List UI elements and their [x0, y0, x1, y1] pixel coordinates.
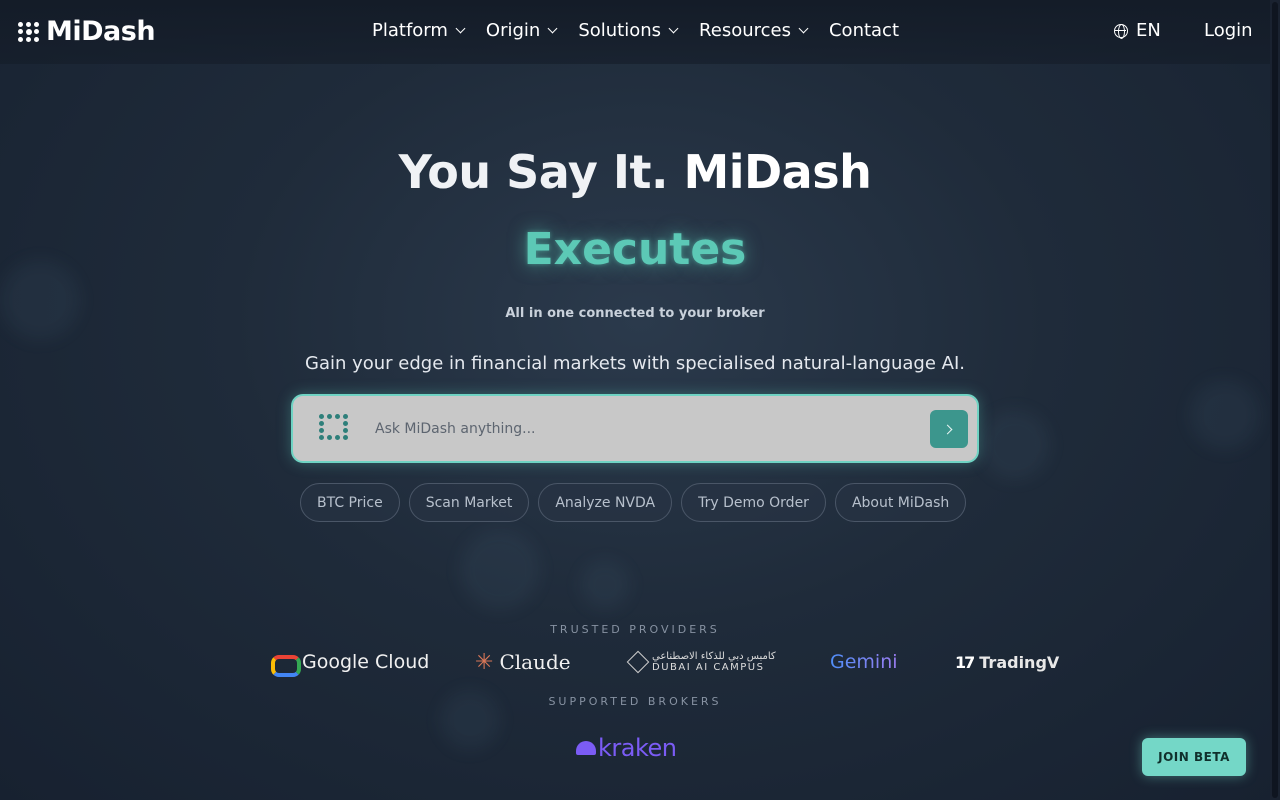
menu-item-label: Solutions: [578, 20, 662, 41]
chip-scan-market[interactable]: Scan Market: [408, 483, 530, 522]
language-label: EN: [1136, 20, 1161, 41]
hero-title-brand: MiDash: [683, 145, 872, 199]
main-menu: Platform Origin Solutions Resources Cont…: [372, 20, 899, 41]
hero-description: Gain your edge in financial markets with…: [305, 353, 965, 374]
ask-box: [291, 394, 979, 463]
menu-item-label: Platform: [372, 20, 448, 41]
provider-gemini: Gemini: [830, 645, 898, 679]
supported-brokers-label: SUPPORTED BROKERS: [548, 695, 722, 708]
suggestion-chips: BTC Price Scan Market Analyze NVDA Try D…: [300, 483, 967, 522]
hero-title: You Say It. MiDash: [0, 145, 1270, 199]
kraken-icon: [576, 741, 596, 755]
send-button[interactable]: [930, 410, 968, 448]
menu-item-label: Origin: [485, 20, 541, 41]
globe-icon: [1114, 23, 1128, 39]
background-glow: [460, 530, 540, 610]
menu-item-label: Resources: [699, 20, 791, 41]
background-glow: [580, 560, 630, 610]
chip-analyze-nvda[interactable]: Analyze NVDA: [538, 483, 673, 522]
language-selector[interactable]: EN: [1114, 20, 1161, 41]
menu-item-label: Contact: [828, 20, 900, 41]
provider-name: Claude: [499, 650, 571, 674]
provider-name: Gemini: [830, 651, 898, 673]
provider-name: DUBAI AI CAMPUS: [652, 662, 765, 673]
chip-about-midash[interactable]: About MiDash: [834, 483, 967, 522]
broker-name: kraken: [598, 734, 677, 762]
dubai-text: كامبس دبي للذكاء الاصطناعي DUBAI AI CAMP…: [652, 651, 776, 673]
chevron-down-icon: [547, 23, 558, 34]
provider-name: Google Cloud: [302, 651, 430, 673]
provider-name-arabic: كامبس دبي للذكاء الاصطناعي: [652, 651, 776, 662]
join-beta-button[interactable]: JOIN BETA: [1142, 738, 1246, 776]
logo-text: MiDash: [46, 16, 156, 47]
menu-item-origin[interactable]: Origin: [485, 20, 558, 41]
provider-tradingview: 17 TradingVie: [955, 645, 1060, 679]
menu-item-platform[interactable]: Platform: [372, 20, 466, 41]
menu-item-solutions[interactable]: Solutions: [578, 20, 679, 41]
tradingview-icon: 17: [955, 652, 975, 672]
background-glow: [1190, 380, 1260, 450]
top-nav: MiDash Platform Origin Solutions Resourc…: [0, 0, 1270, 64]
provider-google-cloud: Google Cloud: [270, 645, 429, 679]
chevron-down-icon: [798, 23, 809, 34]
scrollbar[interactable]: [1270, 0, 1280, 800]
chip-try-demo-order[interactable]: Try Demo Order: [681, 483, 826, 522]
claude-star-icon: ✳: [475, 649, 494, 675]
menu-item-resources[interactable]: Resources: [699, 20, 809, 41]
ask-input[interactable]: [375, 416, 915, 442]
provider-claude: ✳ Claude: [475, 645, 571, 679]
diamond-icon: [626, 650, 650, 674]
chevron-down-icon: [668, 23, 679, 34]
ask-dots-icon: [319, 414, 349, 440]
broker-kraken: kraken: [576, 734, 677, 762]
trusted-providers-label: TRUSTED PROVIDERS: [550, 623, 720, 636]
google-cloud-icon: [270, 653, 301, 677]
menu-item-contact[interactable]: Contact: [829, 20, 899, 41]
hero-tagline: All in one connected to your broker: [505, 306, 765, 321]
logo-dots-icon: [18, 21, 40, 42]
login-link[interactable]: Login: [1204, 20, 1253, 41]
provider-name: TradingVie: [979, 652, 1060, 672]
scrollbar-thumb[interactable]: [1272, 2, 1278, 798]
providers-strip: Google Cloud ✳ Claude كامبس دبي للذكاء ا…: [270, 645, 1060, 679]
chip-btc-price[interactable]: BTC Price: [300, 483, 400, 522]
logo[interactable]: MiDash: [18, 16, 156, 47]
hero-highlight: Executes: [523, 224, 747, 275]
provider-dubai-ai-campus: كامبس دبي للذكاء الاصطناعي DUBAI AI CAMP…: [626, 645, 776, 679]
send-arrow-icon: [942, 424, 953, 434]
background-glow: [980, 410, 1050, 480]
hero-title-prefix: You Say It.: [398, 145, 669, 199]
chevron-down-icon: [455, 23, 466, 34]
